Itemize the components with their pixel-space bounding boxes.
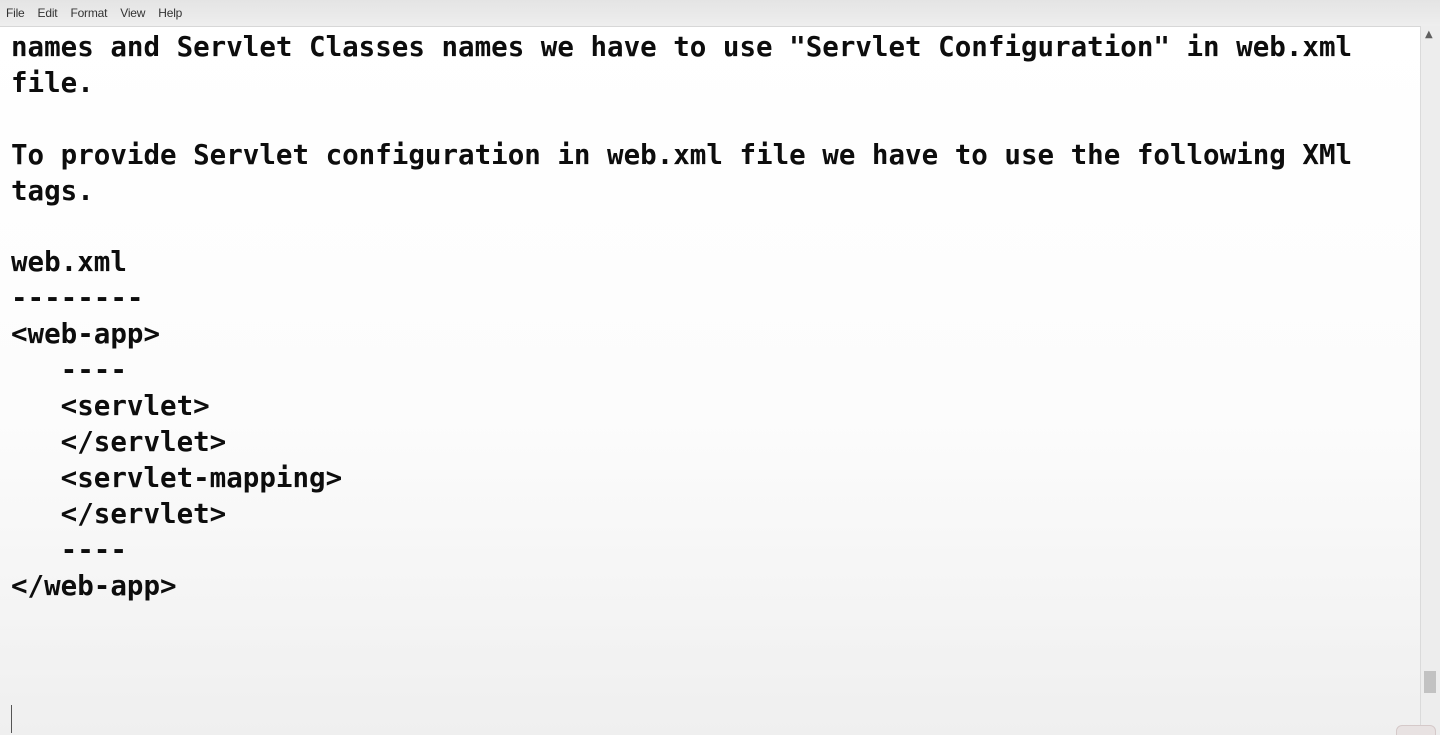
editor-line: To provide Servlet configuration in web.… — [11, 138, 1353, 171]
menu-view[interactable]: View — [120, 6, 145, 20]
menu-help[interactable]: Help — [158, 6, 182, 20]
editor-line: </servlet> — [11, 425, 227, 458]
editor-line: ---- — [11, 354, 127, 387]
chevron-up-icon[interactable]: ▲ — [1425, 30, 1433, 40]
editor-line: <servlet> — [11, 390, 210, 423]
editor-line: file. — [11, 66, 94, 99]
editor-line: <servlet-mapping> — [11, 461, 343, 494]
editor-line: web.xml — [11, 246, 127, 279]
text-caret — [11, 705, 12, 733]
editor-text[interactable]: names and Servlet Classes names we have … — [0, 27, 1420, 710]
editor-line: <web-app> — [11, 318, 161, 351]
menu-file[interactable]: File — [6, 6, 25, 20]
editor-line: ---- — [11, 533, 127, 566]
menu-format[interactable]: Format — [70, 6, 107, 20]
editor-line: tags. — [11, 174, 94, 207]
editor-line: -------- — [11, 282, 144, 315]
corner-badge — [1396, 725, 1436, 735]
vertical-scrollbar[interactable]: ▲ — [1420, 26, 1440, 735]
scroll-thumb[interactable] — [1424, 671, 1436, 693]
editor-line: names and Servlet Classes names we have … — [11, 31, 1353, 63]
notepad-window: File Edit Format View Help names and Ser… — [0, 0, 1440, 735]
menu-edit[interactable]: Edit — [38, 6, 58, 20]
text-editor[interactable]: names and Servlet Classes names we have … — [0, 26, 1420, 735]
editor-line: </servlet> — [11, 497, 227, 530]
menu-bar: File Edit Format View Help — [0, 0, 1440, 26]
editor-line: </web-app> — [11, 569, 177, 602]
